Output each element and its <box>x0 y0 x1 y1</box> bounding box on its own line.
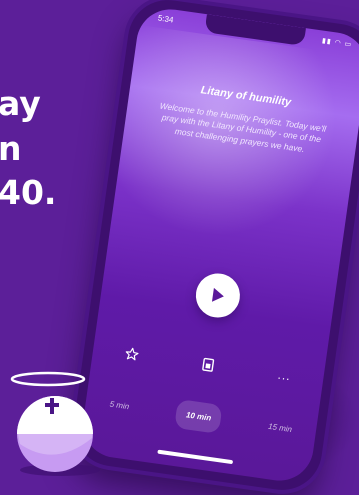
home-indicator <box>157 449 234 465</box>
action-row: ... <box>122 344 295 386</box>
duration-selector: 5 min 10 min 15 min <box>98 388 304 445</box>
duration-option-15[interactable]: 15 min <box>257 413 304 444</box>
star-icon <box>125 347 139 361</box>
status-icons: ▮▮ ◠ ▭ <box>321 37 353 49</box>
favorite-button[interactable] <box>122 344 142 364</box>
hero-headline: ay n 40. <box>0 82 56 216</box>
note-button[interactable] <box>198 355 218 375</box>
mascot-icon <box>10 371 100 476</box>
headline-line-3: 40. <box>0 173 57 213</box>
note-icon <box>202 357 215 372</box>
phone-screen: 5:34 ▮▮ ◠ ▭ Litany of humility Welcome t… <box>78 5 359 485</box>
duration-option-10[interactable]: 10 min <box>174 398 224 435</box>
status-time: 5:34 <box>157 13 174 25</box>
more-button[interactable]: ... <box>274 365 294 385</box>
mascot-illustration <box>10 368 110 478</box>
headline-line-2: n <box>0 128 22 168</box>
play-button[interactable] <box>193 270 243 321</box>
play-icon <box>211 287 224 302</box>
headline-line-1: ay <box>0 84 41 123</box>
phone-mockup: 5:34 ▮▮ ◠ ▭ Litany of humility Welcome t… <box>68 0 359 495</box>
